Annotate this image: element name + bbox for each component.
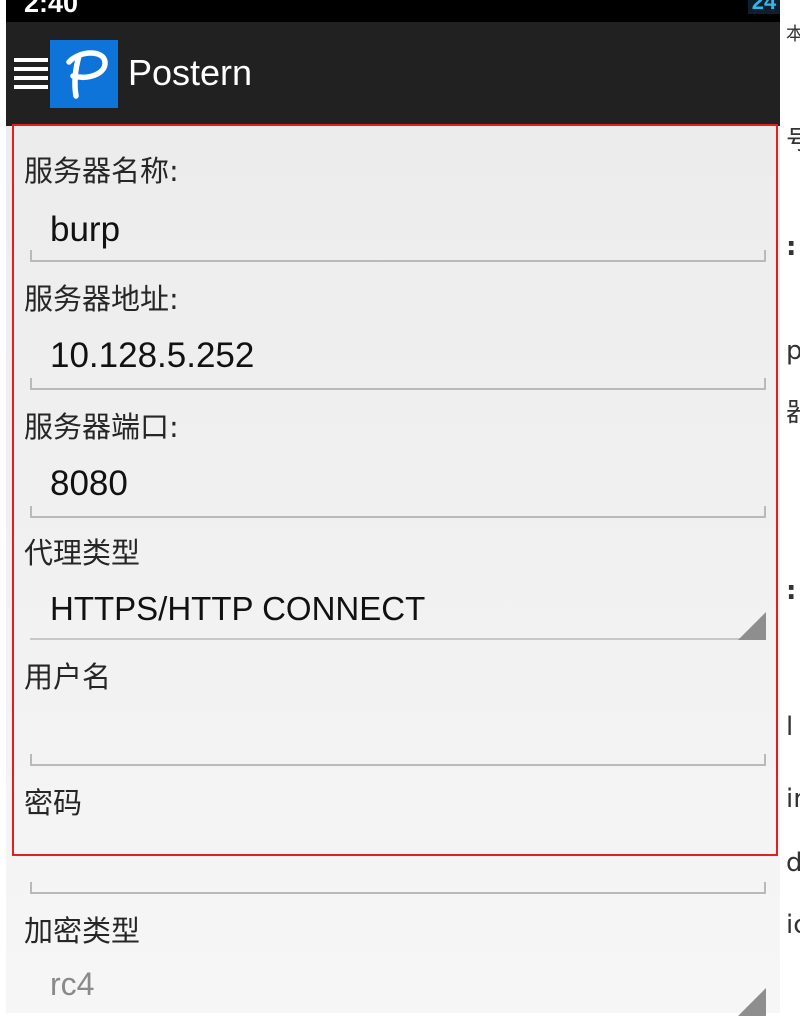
proxy-type-spinner[interactable]: HTTPS/HTTP CONNECT bbox=[24, 580, 774, 642]
dropdown-arrow-icon bbox=[738, 612, 766, 640]
encryption-type-value: rc4 bbox=[50, 966, 95, 1002]
app-title: Postern bbox=[128, 52, 253, 93]
password-label: 密码 bbox=[24, 786, 83, 820]
password-underline bbox=[30, 882, 766, 894]
dropdown-arrow-icon bbox=[738, 988, 766, 1016]
background-text: p bbox=[786, 336, 800, 366]
background-text: 器 bbox=[786, 398, 800, 428]
password-input[interactable] bbox=[24, 830, 774, 890]
proxy-type-label: 代理类型 bbox=[24, 536, 141, 570]
server-port-label: 服务器端口: bbox=[24, 410, 179, 444]
status-bar: 2:40 24 bbox=[6, 0, 780, 22]
hamburger-menu-icon[interactable] bbox=[14, 58, 48, 90]
encryption-type-label: 加密类型 bbox=[24, 914, 141, 948]
postern-logo-icon[interactable] bbox=[50, 40, 118, 108]
background-text: ic bbox=[786, 910, 800, 940]
notification-badge: 24 bbox=[748, 0, 780, 14]
server-port-underline bbox=[30, 506, 766, 518]
status-time: 2:40 bbox=[24, 0, 79, 18]
background-text: 本 bbox=[786, 24, 800, 45]
encryption-type-spinner[interactable]: rc4 bbox=[24, 958, 774, 1013]
server-address-underline bbox=[30, 378, 766, 390]
background-text: l bbox=[786, 712, 794, 742]
background-text: : bbox=[786, 576, 797, 606]
server-address-label: 服务器地址: bbox=[24, 282, 179, 316]
background-text: in bbox=[786, 784, 800, 814]
server-name-underline bbox=[30, 250, 766, 262]
action-bar: Postern bbox=[6, 22, 780, 126]
server-address-value: 10.128.5.252 bbox=[50, 336, 255, 375]
proxy-type-value: HTTPS/HTTP CONNECT bbox=[50, 590, 426, 627]
postern-logo-glyph bbox=[66, 50, 108, 99]
server-name-value: burp bbox=[50, 210, 121, 249]
server-port-value: 8080 bbox=[50, 464, 128, 503]
background-page: 本 号 : p 器 : l in d ic bbox=[780, 0, 800, 1013]
background-text: d bbox=[786, 848, 800, 878]
background-text: : bbox=[786, 232, 797, 262]
username-label: 用户名 bbox=[24, 660, 112, 694]
proxy-type-underline bbox=[30, 638, 766, 640]
background-text: 号 bbox=[786, 126, 800, 156]
server-name-label: 服务器名称: bbox=[24, 154, 179, 188]
username-underline bbox=[30, 754, 766, 766]
proxy-settings-form: 服务器名称: burp 服务器地址: 10.128.5.252 服务器端口: 8… bbox=[6, 126, 780, 1016]
